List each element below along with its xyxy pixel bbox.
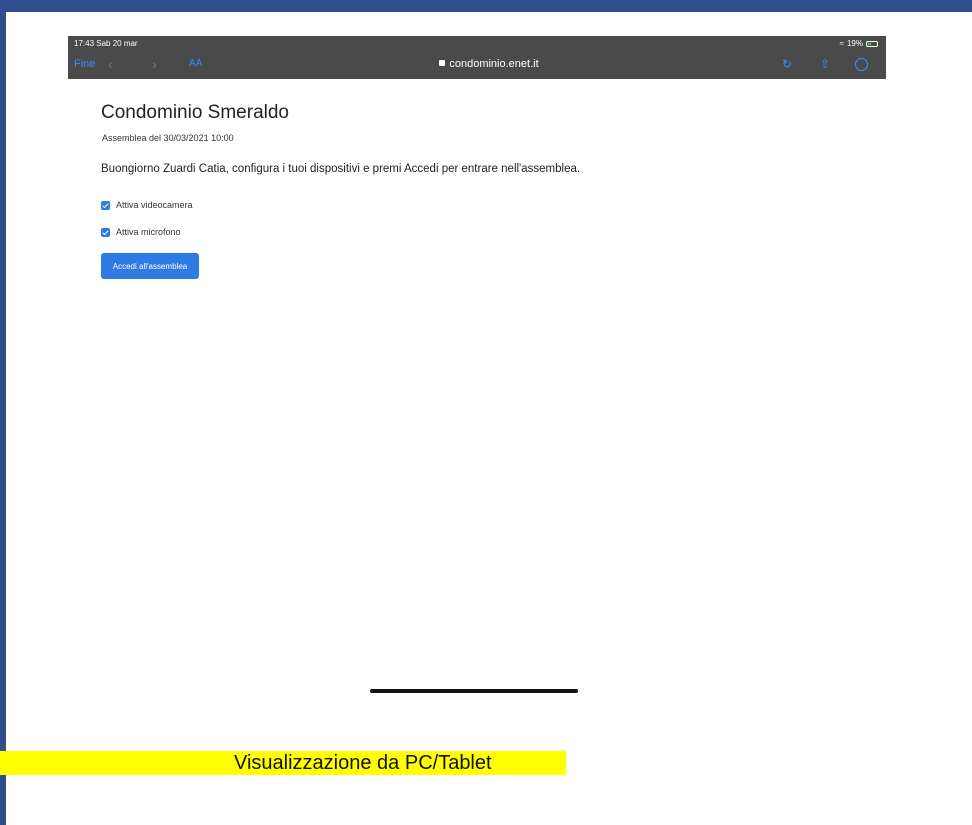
meeting-date: Assemblea del 30/03/2021 10:00	[102, 133, 234, 143]
camera-checkbox[interactable]	[101, 200, 110, 210]
camera-option[interactable]: Attiva videocamera	[101, 200, 193, 210]
greeting-message: Buongiorno Zuardi Catia, configura i tuo…	[101, 163, 581, 175]
status-time-date: 17:43 Sab 20 mar	[74, 39, 138, 48]
enter-meeting-button[interactable]: Accedi all'assemblea	[101, 253, 199, 279]
browser-toolbar: 17:43 Sab 20 mar ≈ 19% Fine ‹ › AA condo…	[68, 36, 886, 79]
frame-left-border	[0, 0, 6, 825]
status-bar: 17:43 Sab 20 mar ≈ 19%	[74, 39, 878, 49]
microphone-label: Attiva microfono	[116, 227, 181, 237]
home-indicator	[370, 689, 578, 693]
browser-nav-row: Fine ‹ › AA condominio.enet.it ↻ ⇧	[74, 55, 878, 73]
reload-icon[interactable]: ↻	[782, 55, 792, 73]
lock-icon	[439, 60, 446, 67]
battery-icon	[866, 41, 878, 47]
address-bar[interactable]: condominio.enet.it	[374, 55, 604, 73]
microphone-option[interactable]: Attiva microfono	[101, 227, 181, 237]
battery-percent: 19%	[846, 39, 863, 48]
wifi-icon: ≈	[839, 39, 844, 48]
microphone-checkbox[interactable]	[101, 227, 110, 237]
page-title: Condominio Smeraldo	[101, 102, 289, 123]
camera-label: Attiva videocamera	[116, 200, 193, 210]
status-indicators: ≈ 19%	[840, 39, 878, 49]
done-button[interactable]: Fine	[74, 55, 95, 73]
url-text: condominio.enet.it	[449, 58, 539, 70]
back-chevron-icon[interactable]: ‹	[108, 55, 113, 73]
text-size-button[interactable]: AA	[189, 55, 202, 73]
compass-icon[interactable]	[855, 58, 868, 71]
share-icon[interactable]: ⇧	[820, 55, 830, 73]
frame-top-border	[0, 0, 972, 12]
caption-text: Visualizzazione da PC/Tablet	[234, 752, 492, 774]
forward-chevron-icon[interactable]: ›	[152, 55, 157, 73]
